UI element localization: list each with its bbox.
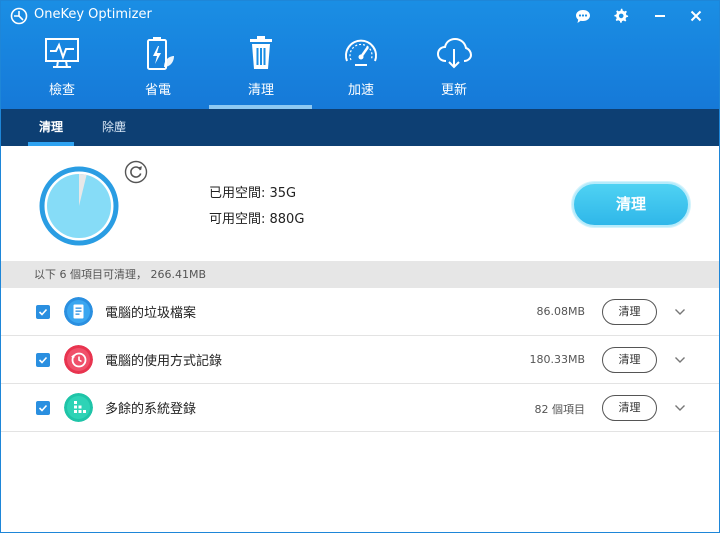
list-item: 多餘的系統登錄 82 個項目 清理 <box>1 384 719 432</box>
nav-label: 清理 <box>247 83 274 98</box>
check-icon <box>38 404 48 412</box>
nav-label: 省電 <box>144 83 171 98</box>
subtab-dust[interactable]: 除塵 <box>102 109 126 146</box>
battery-icon <box>147 37 174 70</box>
check-icon <box>38 356 48 364</box>
cleanable-summary-bar: 以下 6 個項目可清理， 266.41MB <box>1 261 719 288</box>
chat-bubble-icon <box>576 9 590 23</box>
item-size: 82 個項目 <box>534 403 586 416</box>
nav-label: 檢查 <box>48 83 75 98</box>
used-space-label: 已用空間: 35G <box>209 186 297 201</box>
cloud-download-icon <box>436 37 472 69</box>
item-clean-button[interactable]: 清理 <box>602 347 657 373</box>
subtab-clean[interactable]: 清理 <box>39 109 63 146</box>
settings-button[interactable] <box>610 5 632 27</box>
registry-icon <box>64 393 93 422</box>
nav-label: 更新 <box>440 83 467 98</box>
check-icon <box>38 308 48 316</box>
close-button[interactable] <box>685 5 707 27</box>
list-item: 電腦的垃圾檔案 86.08MB 清理 <box>1 288 719 336</box>
close-icon <box>690 10 702 22</box>
history-clock-icon <box>64 345 93 374</box>
chevron-down-icon[interactable] <box>673 353 687 367</box>
minimize-icon <box>655 15 665 17</box>
item-checkbox[interactable] <box>36 353 50 367</box>
app-title: OneKey Optimizer <box>34 7 152 22</box>
item-checkbox[interactable] <box>36 305 50 319</box>
nav-item-clean[interactable]: 清理 <box>211 31 311 109</box>
nav-label: 加速 <box>347 83 374 98</box>
item-label: 電腦的使用方式記錄 <box>105 354 223 369</box>
sub-tabs: 清理 除塵 <box>1 109 719 146</box>
app-window: OneKey Optimizer 檢查 省電 清理 加速 更新 清理 除塵 已用… <box>0 0 720 533</box>
item-label: 電腦的垃圾檔案 <box>105 306 197 321</box>
main-nav: 檢查 省電 清理 加速 更新 <box>1 31 719 109</box>
nav-item-check[interactable]: 檢查 <box>12 31 112 109</box>
clean-all-button[interactable]: 清理 <box>572 182 690 227</box>
item-size: 180.33MB <box>529 353 585 366</box>
trash-icon <box>250 36 272 69</box>
minimize-button[interactable] <box>649 5 671 27</box>
document-icon <box>64 297 93 326</box>
item-label: 多餘的系統登錄 <box>105 402 197 417</box>
item-size: 86.08MB <box>536 305 585 318</box>
app-logo-icon <box>10 7 28 25</box>
header: OneKey Optimizer 檢查 省電 清理 加速 更新 <box>1 1 719 109</box>
monitor-icon <box>45 38 79 68</box>
item-clean-button[interactable]: 清理 <box>602 299 657 325</box>
item-checkbox[interactable] <box>36 401 50 415</box>
feedback-button[interactable] <box>572 5 594 27</box>
title-bar: OneKey Optimizer <box>1 1 719 31</box>
nav-item-speedup[interactable]: 加速 <box>311 31 411 109</box>
gear-icon <box>614 8 629 23</box>
refresh-icon[interactable] <box>124 160 148 184</box>
chevron-down-icon[interactable] <box>673 305 687 319</box>
free-space-label: 可用空間: 880G <box>209 212 305 227</box>
nav-item-update[interactable]: 更新 <box>404 31 504 109</box>
item-clean-button[interactable]: 清理 <box>602 395 657 421</box>
disk-summary: 已用空間: 35G 可用空間: 880G 清理 <box>1 146 719 261</box>
chevron-down-icon[interactable] <box>673 401 687 415</box>
speedometer-icon <box>345 39 377 66</box>
list-item: 電腦的使用方式記錄 180.33MB 清理 <box>1 336 719 384</box>
nav-item-power[interactable]: 省電 <box>108 31 208 109</box>
disk-usage-chart <box>39 166 119 246</box>
